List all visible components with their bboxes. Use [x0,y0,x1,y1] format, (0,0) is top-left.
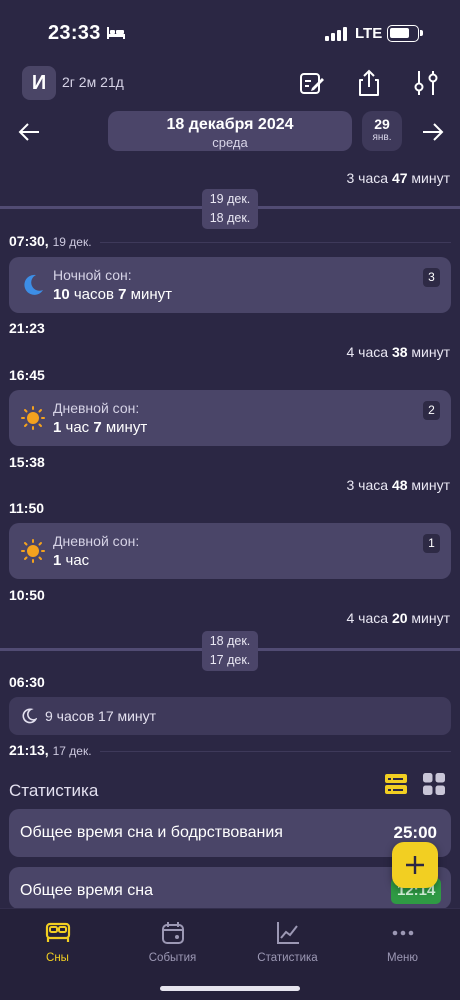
sleep-duration: 1 час 7 минут [53,419,148,436]
home-indicator [160,986,300,991]
next-day-arrow-icon[interactable] [418,118,446,146]
current-date: 18 декабря 2024 [166,116,294,133]
edit-note-icon[interactable] [297,68,327,98]
day-separator: 19 дек. 18 дек. [202,189,258,229]
sun-icon [21,406,45,430]
sleep-card-night[interactable]: Ночной сон: 10 часов 7 минут 3 [9,257,451,313]
tab-sleep[interactable]: Сны [0,919,115,964]
stats-title: Статистика [9,781,99,800]
current-date-button[interactable]: 18 декабря 2024 среда [108,111,352,151]
time-label: 06:30 [9,674,45,690]
tab-label: Меню [386,952,419,964]
time-label: 16:45 [9,367,45,383]
sleep-duration: 10 часов 7 минут [53,286,173,303]
chart-icon [276,922,299,944]
sleep-duration: 1 час [53,552,90,569]
stat-card[interactable]: Общее время сна и бодрствования 25:00 [9,809,451,857]
next-date-month: янв. [372,132,392,143]
prev-day-arrow-icon[interactable] [16,118,44,146]
dots-icon [392,930,413,936]
status-bar: 23:33 LTE [0,0,460,60]
moon-icon [24,274,43,295]
child-age: 2г 2м 21д [62,74,124,90]
tab-events[interactable]: События [115,919,230,964]
network-type: LTE [355,25,383,42]
avatar[interactable]: И [22,66,56,100]
stat-card[interactable]: Общее время сна [9,867,451,909]
day-separator: 18 дек. 17 дек. [202,631,258,671]
current-weekday: среда [212,135,248,150]
sleep-index-badge: 3 [423,268,440,287]
sleep-index-badge: 2 [423,401,440,420]
plus-icon [406,856,424,874]
filter-settings-icon[interactable] [411,68,441,98]
grid-view-icon[interactable] [422,772,446,796]
sleep-card-previous[interactable]: 9 часов 17 минут [9,697,451,735]
wake-duration: 4 часа 38 минут [346,344,451,360]
moon-icon [22,708,37,724]
time-label: 21:23 [9,320,45,336]
time-label: 10:50 [9,587,45,603]
status-time: 23:33 [48,22,101,44]
tab-label: События [148,952,197,964]
battery-icon [387,25,423,42]
next-date-button[interactable]: 29 янв. [362,111,402,151]
sleep-mode-icon [107,27,125,39]
sleep-duration: 9 часов 17 минут [45,708,157,724]
wake-duration: 3 часа 47 минут [346,170,451,186]
tab-statistics[interactable]: Статистика [230,919,345,964]
bed-icon [45,922,70,942]
sleep-card-day[interactable]: Дневной сон: 1 час 1 [9,523,451,579]
wake-duration: 4 часа 20 минут [346,610,451,626]
tab-label: Сны [46,952,69,964]
list-view-icon[interactable] [384,773,408,795]
calendar-icon [161,922,184,944]
time-label: 15:38 [9,454,45,470]
sun-icon [21,539,45,563]
add-button[interactable] [392,842,438,888]
tab-label: Статистика [257,952,318,964]
time-label: 21:13, 17 дек. [9,742,92,758]
next-date-day: 29 [374,116,390,132]
time-label: 11:50 [9,500,45,516]
time-label: 07:30, 19 дек. [9,233,92,249]
wake-duration: 3 часа 48 минут [346,477,451,493]
sleep-card-day[interactable]: Дневной сон: 1 час 7 минут 2 [9,390,451,446]
sleep-index-badge: 1 [423,534,440,553]
share-icon[interactable] [354,68,384,98]
signal-icon [325,27,347,41]
tab-menu[interactable]: Меню [345,919,460,964]
